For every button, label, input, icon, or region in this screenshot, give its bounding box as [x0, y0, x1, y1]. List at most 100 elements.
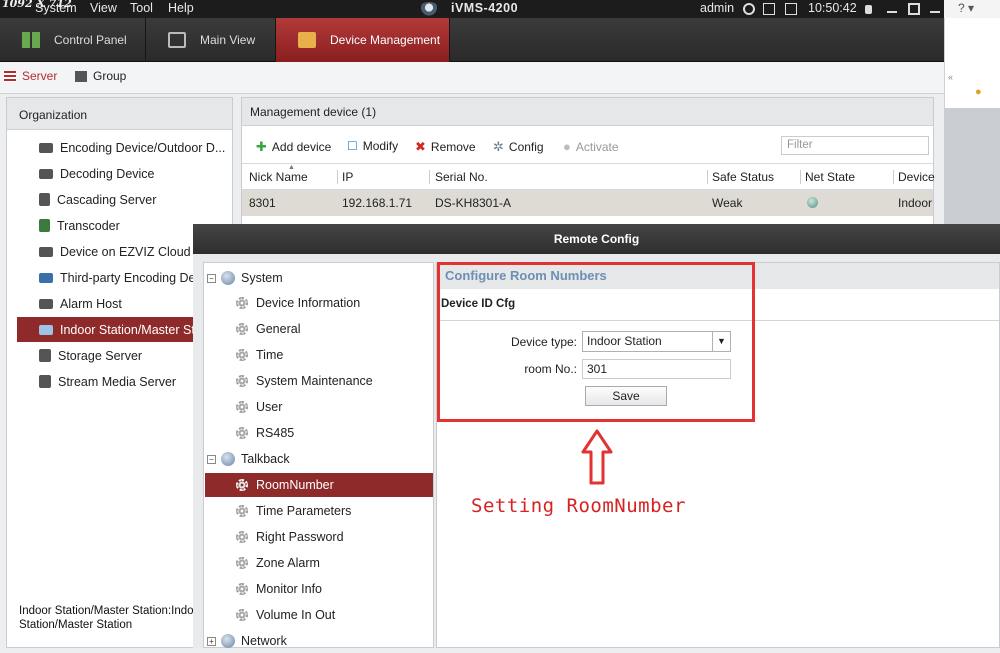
column-divider — [707, 170, 708, 184]
column-ip[interactable]: IP — [342, 170, 353, 184]
column-divider — [337, 170, 338, 184]
window-minimize-icon[interactable] — [930, 11, 940, 13]
button-label: Activate — [575, 139, 619, 154]
cell-nick-name: 8301 — [249, 196, 276, 210]
filter-input[interactable]: Filter — [781, 136, 929, 155]
minimize-icon[interactable] — [887, 11, 897, 13]
subtab-label: Server — [22, 69, 58, 83]
subtab-label: Group — [93, 69, 127, 83]
tree-node-network[interactable]: + Network — [207, 629, 287, 653]
org-item-label: Device on EZVIZ Cloud P — [60, 244, 203, 259]
help-icon[interactable]: ? ▾ — [958, 1, 974, 15]
device-icon — [39, 168, 53, 179]
tree-label: RS485 — [256, 426, 295, 440]
device-icon — [39, 142, 53, 153]
alarm-host-icon — [39, 298, 53, 309]
config-tree: − System Device Information General Time … — [203, 262, 434, 648]
toolbox-icon — [298, 32, 316, 48]
column-divider — [800, 170, 801, 184]
tree-item-rs485[interactable]: RS485 — [236, 421, 294, 445]
table-row[interactable]: 8301 192.168.1.71 DS-KH8301-A Weak Indoo… — [242, 190, 933, 216]
org-item-label: Cascading Server — [57, 192, 157, 207]
transcoder-icon — [39, 219, 50, 232]
org-item-label: Storage Server — [58, 348, 143, 363]
tree-item-time[interactable]: Time — [236, 343, 283, 367]
tree-item-general[interactable]: General — [236, 317, 300, 341]
annotation-text: Setting RoomNumber — [471, 495, 686, 517]
button-label: Modify — [362, 139, 399, 153]
tab-group[interactable]: Group — [75, 69, 126, 83]
activate-button[interactable]: ● Activate — [563, 139, 619, 154]
gear-icon — [236, 505, 248, 517]
cell-safe-status: Weak — [712, 196, 743, 210]
dialog-title[interactable]: Remote Config — [193, 224, 1000, 254]
tree-item-user[interactable]: User — [236, 395, 282, 419]
tree-node-system[interactable]: − System — [207, 266, 283, 290]
tree-label: System Maintenance — [256, 374, 373, 388]
tab-server[interactable]: Server — [4, 69, 57, 83]
column-device[interactable]: Device — [898, 170, 935, 184]
org-item-label: Encoding Device/Outdoor D... — [60, 140, 226, 155]
config-button[interactable]: ✲ Config — [493, 139, 544, 155]
expand-icon[interactable]: + — [207, 636, 216, 646]
tree-item-system-maintenance[interactable]: System Maintenance — [236, 369, 373, 393]
org-item-label: Decoding Device — [60, 166, 155, 181]
user-name[interactable]: admin — [700, 1, 734, 15]
org-item-label: Transcoder — [57, 218, 120, 233]
device-table-header: Nick Name ▲ IP Serial No. Safe Status Ne… — [242, 163, 935, 190]
org-item-decoding-device[interactable]: Decoding Device — [17, 161, 233, 186]
globe-icon[interactable] — [743, 3, 755, 15]
sort-arrow-icon: ▲ — [288, 164, 295, 171]
third-party-icon — [39, 272, 53, 283]
gear-icon — [236, 427, 248, 439]
org-item-label: Third-party Encoding Dev — [60, 270, 202, 285]
org-item-encoding-device[interactable]: Encoding Device/Outdoor D... — [17, 135, 233, 160]
gear-icon — [236, 297, 248, 309]
tab-control-panel[interactable]: Control Panel — [0, 18, 146, 62]
hdd-icon[interactable] — [763, 3, 775, 15]
net-state-icon — [807, 197, 818, 208]
tree-item-volume-in-out[interactable]: Volume In Out — [236, 603, 335, 627]
gear-icon — [236, 609, 248, 621]
menu-view[interactable]: View — [90, 1, 117, 15]
tree-item-monitor-info[interactable]: Monitor Info — [236, 577, 322, 601]
column-divider — [429, 170, 430, 184]
column-serial-no[interactable]: Serial No. — [435, 170, 488, 184]
tree-node-talkback[interactable]: − Talkback — [207, 447, 290, 471]
collapse-icon[interactable]: − — [207, 273, 216, 283]
gear-icon — [236, 401, 248, 413]
tree-item-zone-alarm[interactable]: Zone Alarm — [236, 551, 320, 575]
lock-icon[interactable] — [865, 5, 872, 14]
tree-item-time-parameters[interactable]: Time Parameters — [236, 499, 351, 523]
modify-button[interactable]: ☐ Modify — [347, 139, 398, 153]
tree-item-room-number[interactable]: RoomNumber — [205, 473, 433, 497]
management-title: Management device (1) — [242, 98, 933, 126]
menu-tool[interactable]: Tool — [130, 1, 153, 15]
column-nick-name[interactable]: Nick Name — [249, 170, 308, 184]
server-icon — [39, 193, 50, 206]
collapse-icon[interactable]: − — [207, 454, 216, 464]
chevron-icon: « — [948, 72, 954, 82]
tab-main-view[interactable]: Main View — [146, 18, 276, 62]
cpu-icon[interactable] — [785, 3, 797, 15]
tree-item-right-password[interactable]: Right Password — [236, 525, 344, 549]
tab-device-management[interactable]: Device Management — [276, 18, 450, 62]
menu-help[interactable]: Help — [168, 1, 194, 15]
grid-icon — [22, 32, 40, 48]
globe-icon — [221, 452, 235, 466]
remove-button[interactable]: ✖ Remove — [415, 139, 476, 155]
gear-icon — [236, 479, 248, 491]
highlight-box — [437, 262, 755, 422]
maximize-icon[interactable] — [908, 3, 920, 15]
column-net-state[interactable]: Net State — [805, 170, 855, 184]
organization-title: Organization — [7, 98, 232, 130]
column-divider — [893, 170, 894, 184]
tree-label: System — [241, 271, 283, 285]
column-safe-status[interactable]: Safe Status — [712, 170, 774, 184]
add-device-button[interactable]: ✚ Add device — [256, 139, 331, 155]
tree-label: Time Parameters — [256, 504, 352, 518]
tree-label: Monitor Info — [256, 582, 323, 596]
edit-icon: ☐ — [347, 139, 358, 153]
org-item-cascading-server[interactable]: Cascading Server — [17, 187, 233, 212]
tree-item-device-information[interactable]: Device Information — [236, 291, 360, 315]
